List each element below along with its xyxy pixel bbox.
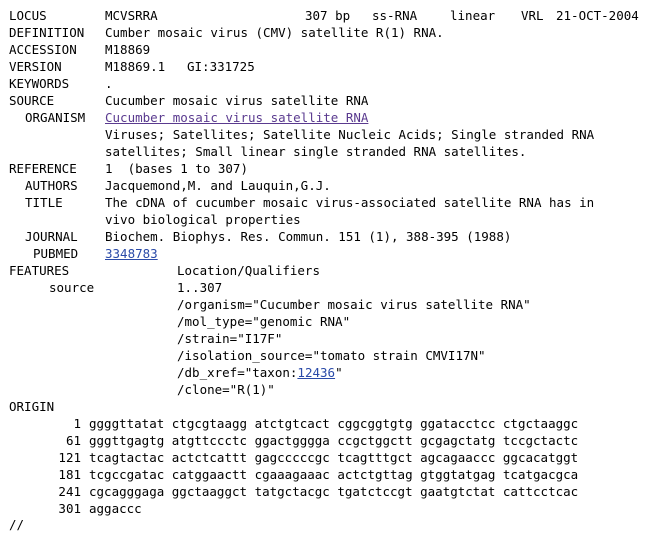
db-xref-prefix: /db_xref="taxon: (177, 365, 298, 380)
db-xref-qualifier: /db_xref="taxon:12436" (177, 364, 343, 381)
pubmed-link[interactable]: 3348783 (105, 245, 158, 262)
keywords-value: . (105, 76, 113, 91)
lineage-line: Viruses; Satellites; Satellite Nucleic A… (105, 127, 595, 142)
sequence-line: gggttgagtg atgttccctc ggactgggga ccgctgg… (89, 433, 579, 448)
version-value: M18869.1 (105, 59, 166, 74)
sequence-position: 181 (58, 467, 81, 482)
sequence-line: tcagtactac actctcattt gagcccccgc tcagttt… (89, 450, 579, 465)
locus-name: MCVSRRA (105, 8, 158, 23)
locus-length: 307 bp (305, 8, 351, 23)
db-xref-suffix: " (335, 365, 343, 380)
accession-label: ACCESSION (9, 42, 77, 57)
origin-label: ORIGIN (9, 399, 55, 414)
version-label: VERSION (9, 59, 62, 74)
journal-label: JOURNAL (25, 229, 78, 244)
sequence-position: 61 (65, 433, 81, 448)
features-label: FEATURES (9, 263, 70, 278)
definition-label: DEFINITION (9, 25, 85, 40)
clone-qualifier: /clone="R(1)" (177, 382, 275, 397)
pubmed-label: PUBMED (33, 246, 79, 261)
taxon-link[interactable]: 12436 (297, 365, 335, 380)
title-line: vivo biological properties (105, 212, 301, 227)
title-line: The cDNA of cucumber mosaic virus-associ… (105, 195, 595, 210)
definition-text: Cumber mosaic virus (CMV) satellite R(1)… (105, 25, 444, 40)
source-label: SOURCE (9, 93, 55, 108)
journal-value: Biochem. Biophys. Res. Commun. 151 (1), … (105, 229, 512, 244)
sequence-position: 1 (73, 416, 81, 431)
reference-value: 1 (bases 1 to 307) (105, 161, 248, 176)
title-label: TITLE (25, 195, 63, 210)
authors-value: Jacquemond,M. and Lauquin,G.J. (105, 178, 331, 193)
sequence-line: aggaccc (89, 501, 142, 516)
genbank-record: LOCUS MCVSRRA 307 bp ss-RNA linear VRL 2… (0, 0, 655, 536)
organism-link[interactable]: Cucumber mosaic virus satellite RNA (105, 109, 368, 126)
lineage-line: satellites; Small linear single stranded… (105, 144, 527, 159)
locus-topology: linear (450, 8, 496, 23)
accession-value: M18869 (105, 42, 151, 57)
locus-label: LOCUS (9, 8, 47, 23)
sequence-position: 121 (58, 450, 81, 465)
feature-qualifier: /strain="I17F" (177, 331, 283, 346)
feature-key: source (49, 280, 95, 295)
sequence-line: ggggttatat ctgcgtaagg atctgtcact cggcggt… (89, 416, 579, 431)
keywords-label: KEYWORDS (9, 76, 70, 91)
locus-division: VRL (521, 8, 544, 23)
sequence-line: cgcagggaga ggctaaggct tatgctacgc tgatctc… (89, 484, 579, 499)
source-value: Cucumber mosaic virus satellite RNA (105, 93, 369, 108)
sequence-line: tcgccgatac catggaactt cgaaagaaac actctgt… (89, 467, 579, 482)
organism-label: ORGANISM (25, 110, 86, 125)
record-terminator: // (9, 517, 25, 532)
version-gi: GI:331725 (187, 59, 255, 74)
sequence-position: 241 (58, 484, 81, 499)
features-header: Location/Qualifiers (177, 263, 320, 278)
authors-label: AUTHORS (25, 178, 78, 193)
feature-qualifier: /mol_type="genomic RNA" (177, 314, 351, 329)
locus-moltype: ss-RNA (372, 8, 418, 23)
feature-qualifier: /organism="Cucumber mosaic virus satelli… (177, 297, 531, 312)
feature-qualifier: /isolation_source="tomato strain CMVI17N… (177, 348, 486, 363)
sequence-position: 301 (58, 501, 81, 516)
reference-label: REFERENCE (9, 161, 77, 176)
locus-date: 21-OCT-2004 (556, 8, 639, 23)
feature-location: 1..307 (177, 280, 223, 295)
